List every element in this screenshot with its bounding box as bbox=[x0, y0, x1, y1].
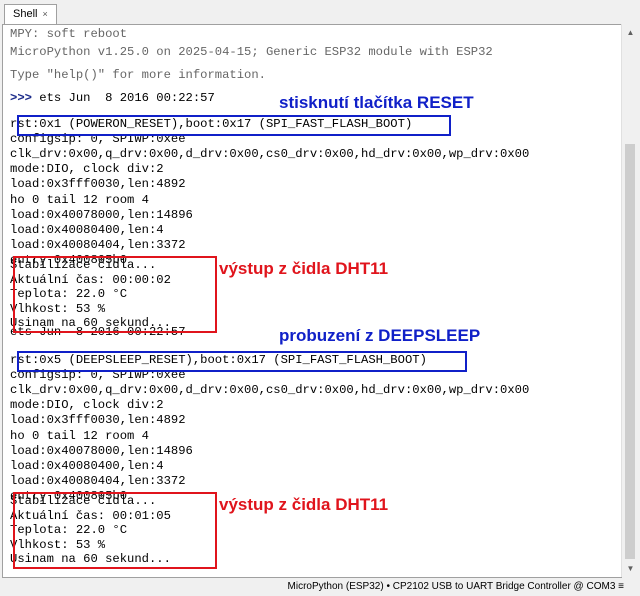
interpreter-status[interactable]: MicroPython (ESP32) • CP2102 USB to UART… bbox=[288, 578, 624, 596]
console-line: mode:DIO, clock div:2 bbox=[10, 398, 164, 413]
console-line: load:0x3fff0030,len:4892 bbox=[10, 413, 186, 428]
console-line: load:0x40080400,len:4 bbox=[10, 222, 164, 237]
console-line: >>> ets Jun 8 2016 00:22:57 bbox=[10, 91, 215, 106]
console-line: MPY: soft reboot bbox=[10, 27, 128, 41]
tab-shell[interactable]: Shell × bbox=[4, 4, 57, 24]
console-line: load:0x40080404,len:3372 bbox=[10, 473, 186, 488]
console-line: load:0x3fff0030,len:4892 bbox=[10, 177, 186, 192]
annotation-deepsleep: probuzení z DEEPSLEEP bbox=[279, 326, 481, 345]
close-icon[interactable]: × bbox=[42, 9, 47, 19]
console-line: mode:DIO, clock div:2 bbox=[10, 162, 164, 177]
dht-output-box-2 bbox=[13, 492, 217, 569]
annotation-reset: stisknutí tlačítka RESET bbox=[279, 93, 474, 112]
console-line: Type "help()" for more information. bbox=[10, 68, 266, 82]
shell-console[interactable]: MPY: soft reboot MicroPython v1.25.0 on … bbox=[2, 24, 622, 578]
console-line: load:0x40080404,len:3372 bbox=[10, 237, 186, 252]
tab-bar: Shell × bbox=[0, 0, 640, 24]
console-line: clk_drv:0x00,q_drv:0x00,d_drv:0x00,cs0_d… bbox=[10, 383, 530, 398]
console-line: ho 0 tail 12 room 4 bbox=[10, 192, 149, 207]
deepsleep-highlight-box bbox=[17, 351, 467, 372]
console-line: load:0x40078000,len:14896 bbox=[10, 207, 193, 222]
vertical-scrollbar[interactable]: ▲ ▼ bbox=[621, 24, 639, 577]
console-line: clk_drv:0x00,q_drv:0x00,d_drv:0x00,cs0_d… bbox=[10, 147, 530, 162]
scroll-up-arrow-icon[interactable]: ▲ bbox=[622, 24, 639, 41]
scrollbar-thumb[interactable] bbox=[625, 144, 635, 559]
annotation-dht-2: výstup z čidla DHT11 bbox=[219, 495, 389, 514]
scroll-down-arrow-icon[interactable]: ▼ bbox=[622, 560, 639, 577]
reset-highlight-box bbox=[17, 115, 451, 136]
status-bar: MicroPython (ESP32) • CP2102 USB to UART… bbox=[0, 578, 640, 596]
annotation-dht-1: výstup z čidla DHT11 bbox=[219, 259, 389, 278]
tab-shell-label: Shell bbox=[13, 8, 38, 20]
console-line: load:0x40080400,len:4 bbox=[10, 458, 164, 473]
console-line: MicroPython v1.25.0 on 2025-04-15; Gener… bbox=[10, 45, 493, 59]
prompt: >>> bbox=[10, 91, 32, 105]
dht-output-box-1 bbox=[13, 256, 217, 333]
console-text: ets Jun 8 2016 00:22:57 bbox=[31, 91, 215, 105]
console-line: ho 0 tail 12 room 4 bbox=[10, 428, 149, 443]
console-line: load:0x40078000,len:14896 bbox=[10, 443, 193, 458]
